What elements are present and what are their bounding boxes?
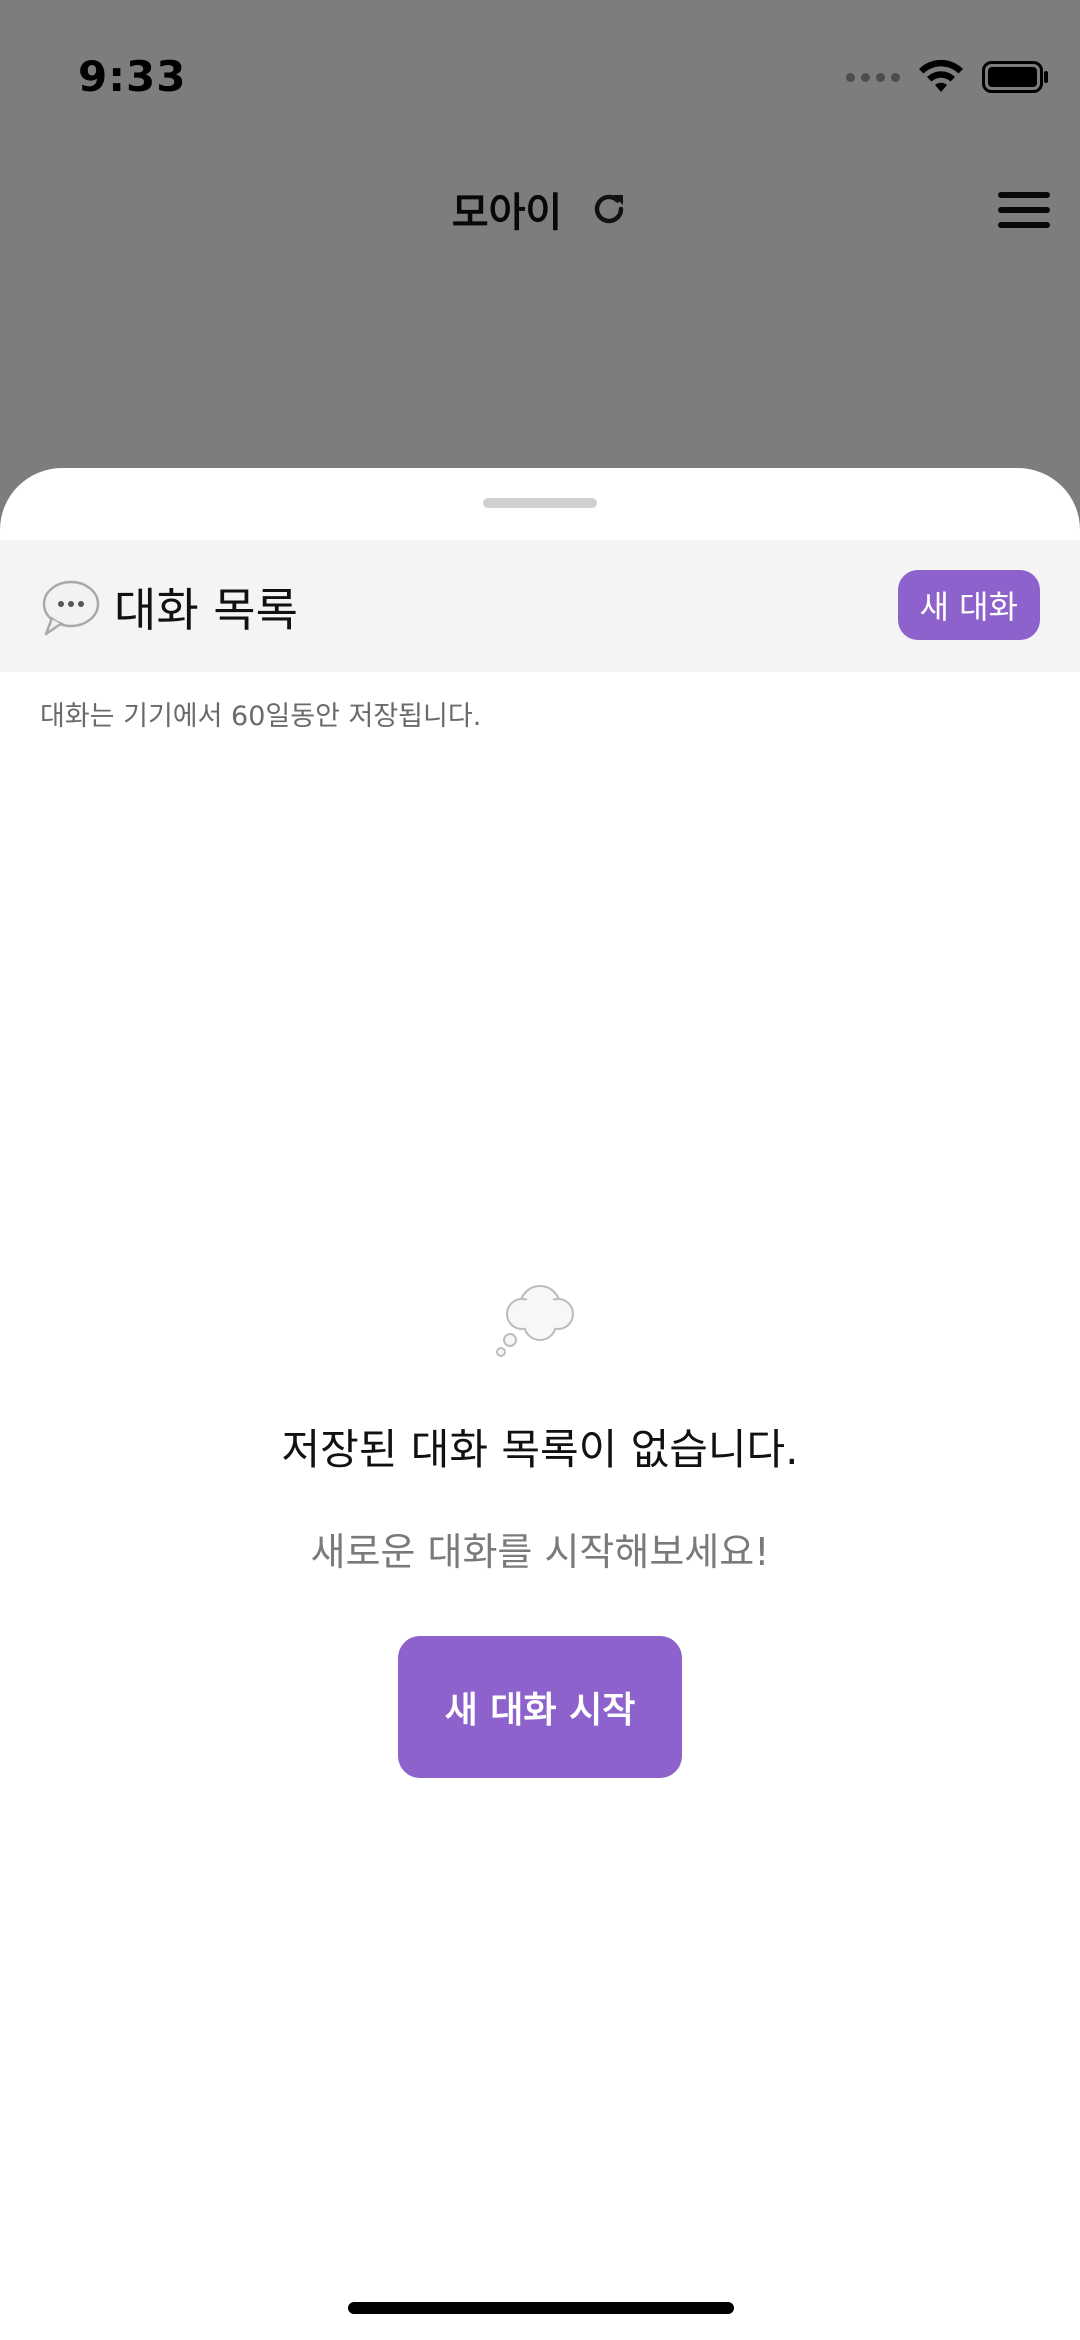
home-indicator[interactable] <box>348 2302 734 2314</box>
empty-state-title: 저장된 대화 목록이 없습니다. <box>281 1425 799 1474</box>
conversation-list-sheet: 대화 목록 새 대화 대화는 기기에서 60일동안 저장됩니다. 저장된 대화 … <box>0 468 1080 2340</box>
sheet-title-group: 대화 목록 <box>40 574 298 640</box>
sheet-header: 대화 목록 새 대화 <box>0 540 1080 672</box>
start-new-chat-button[interactable]: 새 대화 시작 <box>398 1636 682 1778</box>
retention-note: 대화는 기기에서 60일동안 저장됩니다. <box>40 701 482 732</box>
new-chat-button[interactable]: 새 대화 <box>897 570 1040 640</box>
thought-bubble-icon <box>496 1285 574 1357</box>
sheet-grabber-handle[interactable] <box>483 498 597 508</box>
speech-bubble-icon <box>42 580 100 636</box>
sheet-title: 대화 목록 <box>114 583 298 637</box>
empty-state: 저장된 대화 목록이 없습니다. 새로운 대화를 시작해보세요! 새 대화 시작 <box>0 1268 1080 1778</box>
empty-state-subtitle: 새로운 대화를 시작해보세요! <box>310 1530 770 1574</box>
